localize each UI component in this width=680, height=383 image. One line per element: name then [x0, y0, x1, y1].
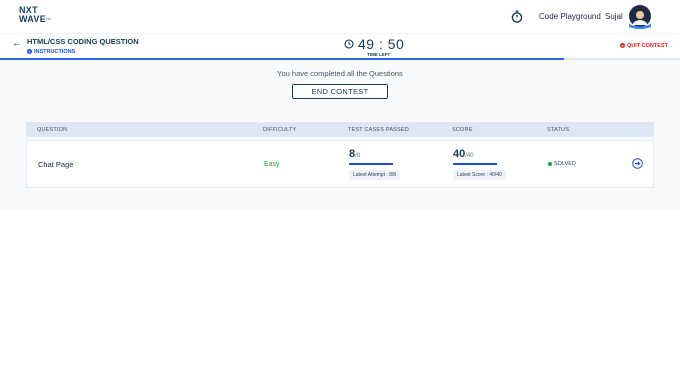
latest-score-chip: Latest Score : 40/40 [453, 170, 506, 180]
back-arrow-icon[interactable]: ← [12, 38, 22, 49]
latest-attempt-chip: Latest Attempt : 8/8 [349, 170, 401, 180]
test-cases-bar [349, 163, 393, 165]
col-difficulty: DIFFICULTY [263, 127, 297, 133]
user-name: Sujal [605, 12, 623, 21]
table-header: QUESTION DIFFICULTY TEST CASES PASSED SC… [26, 122, 654, 137]
question-type-title: HTML/CSS CODING QUESTION [27, 37, 139, 46]
countdown-timer: 49 : 50 [358, 36, 405, 52]
difficulty-value: Easy [264, 161, 280, 168]
avatar[interactable] [627, 5, 653, 29]
clock-icon [344, 39, 354, 49]
main-content: You have completed all the Questions END… [0, 60, 680, 210]
contest-header: ← HTML/CSS CODING QUESTION i INSTRUCTIONS… [0, 33, 680, 60]
score-bar [453, 163, 497, 165]
close-icon: × [620, 43, 625, 49]
question-name[interactable]: Chat Page [38, 160, 73, 169]
time-left-label: TIME LEFT [367, 52, 391, 57]
quit-contest-button[interactable]: × QUIT CONTEST [620, 43, 668, 49]
status-dot [548, 161, 552, 166]
end-contest-button[interactable]: END CONTEST [292, 84, 388, 99]
col-status: STATUS [547, 127, 570, 133]
instructions-link[interactable]: i INSTRUCTIONS [27, 49, 75, 55]
stopwatch-icon[interactable] [511, 10, 523, 23]
top-navbar: NXT WAVETM Code Playground Sujal [0, 0, 680, 33]
completion-message: You have completed all the Questions [277, 69, 403, 78]
code-playground-link[interactable]: Code Playground [539, 12, 601, 21]
logo-line-2: WAVETM [19, 14, 51, 24]
table-row[interactable]: Chat Page Easy 8/8 Latest Attempt : 8/8 … [26, 140, 654, 188]
col-question: QUESTION [37, 127, 68, 133]
col-test-cases: TEST CASES PASSED [348, 127, 409, 133]
score-value: 40/40 [453, 148, 474, 160]
test-cases-passed: 8/8 [349, 148, 361, 160]
info-icon: i [27, 49, 32, 55]
status-badge: SOLVED [548, 161, 576, 167]
nxtwave-logo[interactable]: NXT WAVETM [19, 6, 51, 24]
open-question-arrow-icon[interactable] [632, 158, 643, 169]
col-score: SCORE [452, 127, 473, 133]
